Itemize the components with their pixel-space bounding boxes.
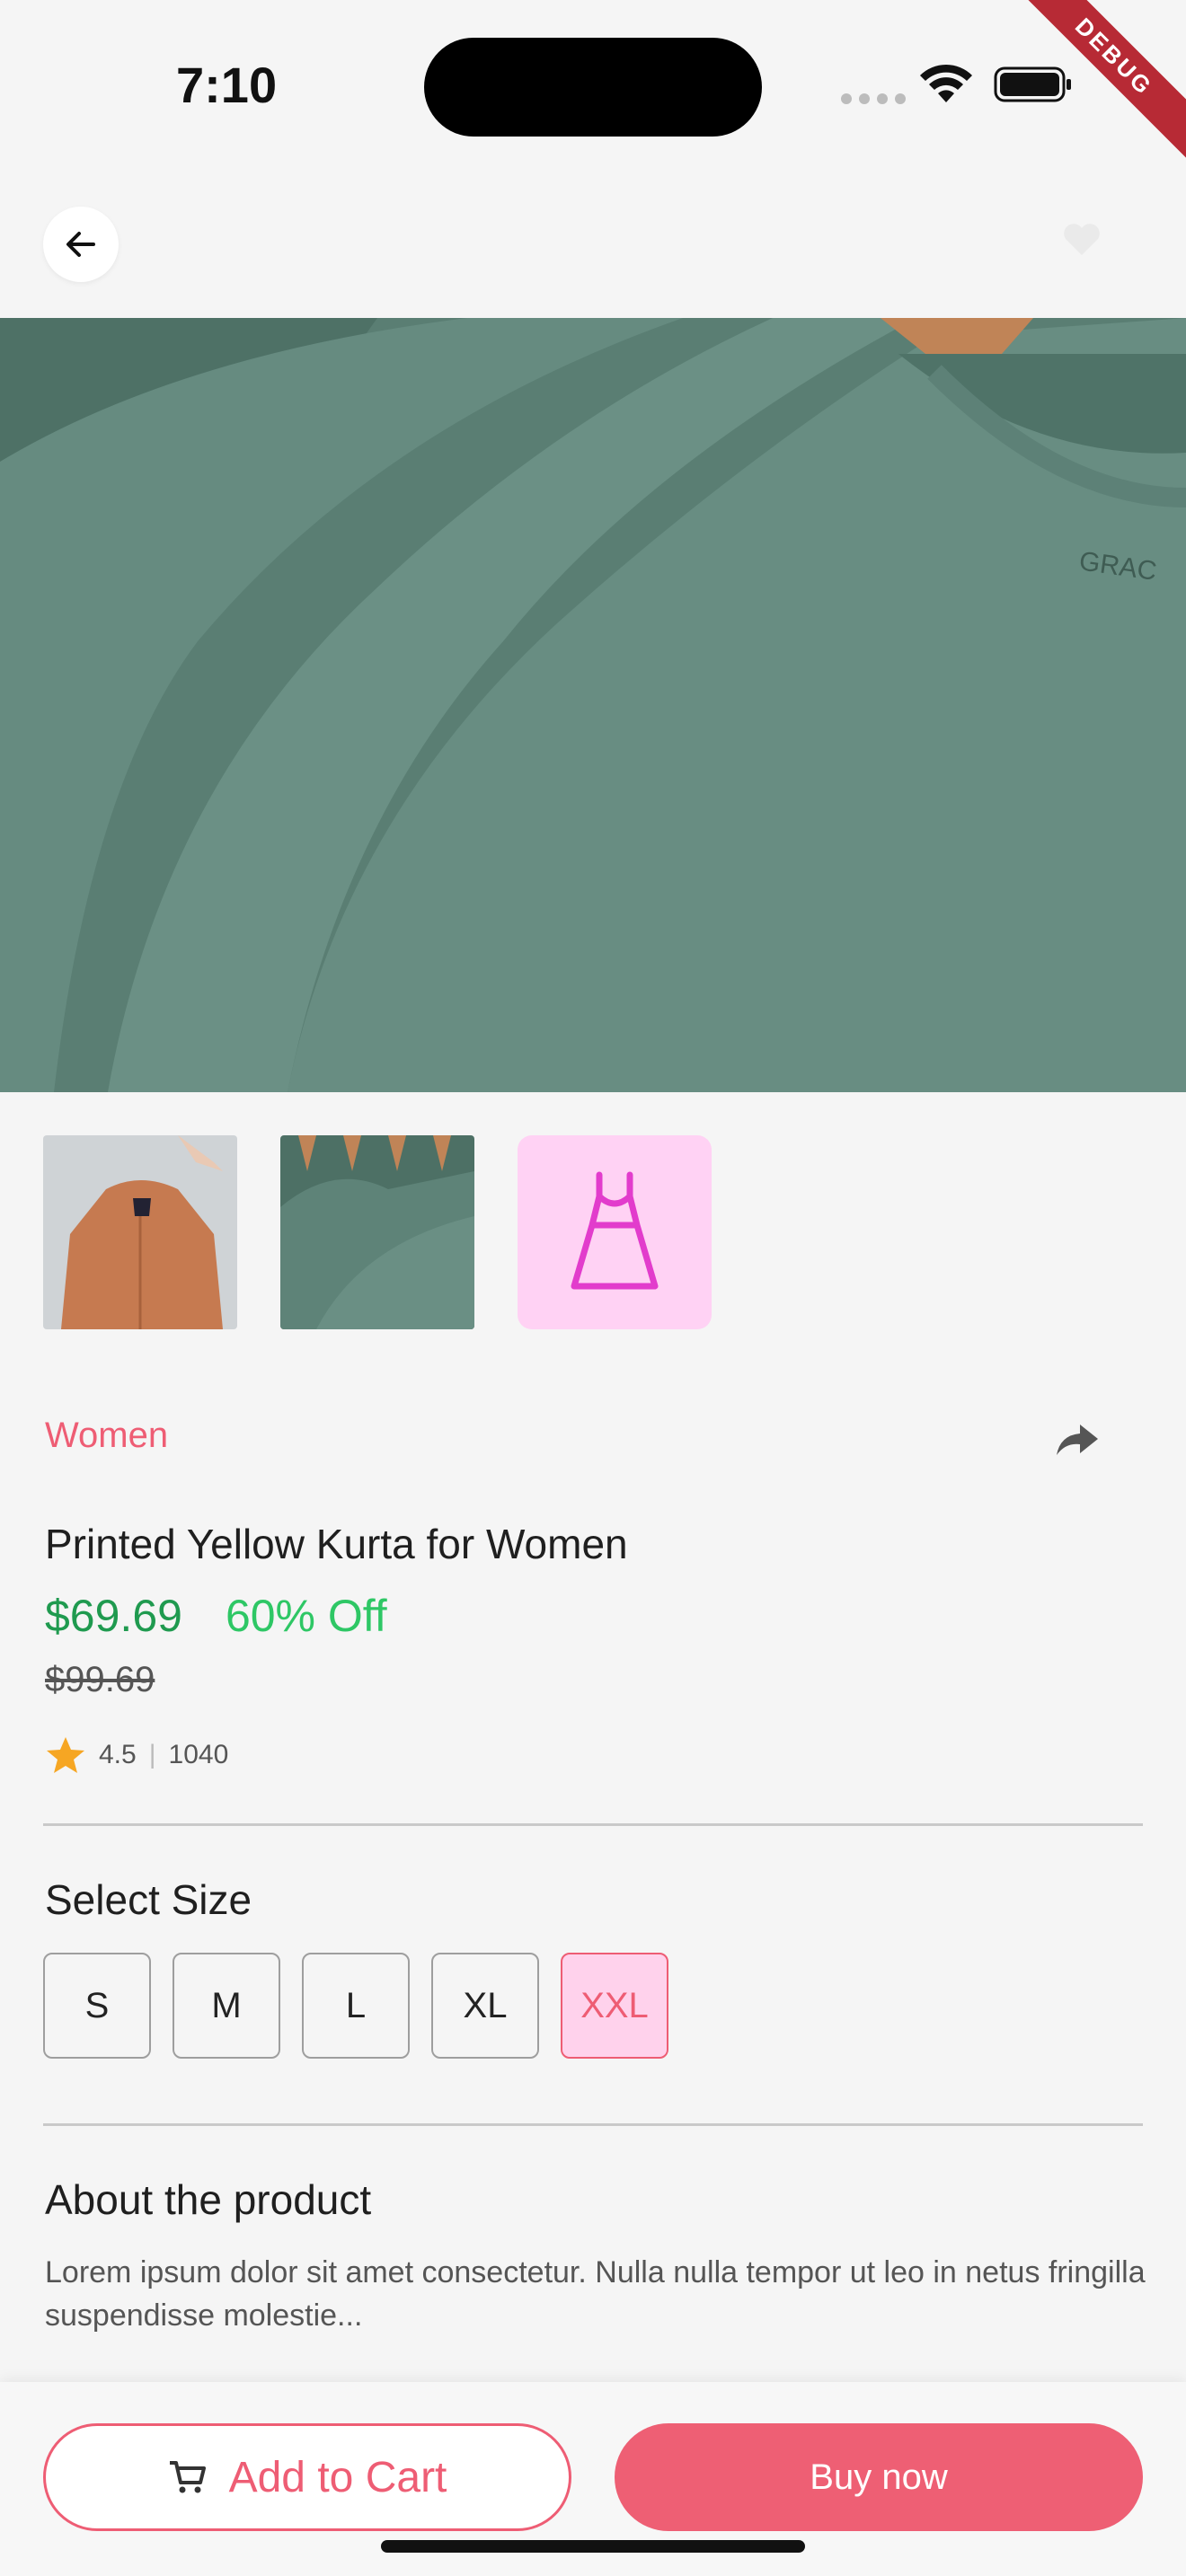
discount-label: 60% Off (225, 1591, 387, 1641)
back-button[interactable] (43, 207, 119, 282)
size-option-s[interactable]: S (43, 1953, 151, 2059)
thumbnail-orange-jacket[interactable] (43, 1135, 237, 1329)
battery-icon (994, 66, 1071, 102)
product-category[interactable]: Women (45, 1416, 168, 1456)
rating-row: 4.5 | 1040 (45, 1735, 228, 1775)
share-icon (1057, 1425, 1098, 1455)
wifi-icon (920, 64, 972, 102)
about-product-text: Lorem ipsum dolor sit amet consectetur. … (45, 2255, 1146, 2333)
cellular-icon (841, 93, 906, 104)
price-row: $69.69 60% Off (45, 1590, 387, 1642)
about-product-title: About the product (45, 2176, 372, 2223)
divider (43, 2123, 1143, 2126)
rating-value: 4.5 (99, 1740, 137, 1769)
size-option-l[interactable]: L (302, 1953, 410, 2059)
status-time: 7:10 (176, 57, 278, 113)
app-bar (0, 171, 1186, 318)
original-price: $99.69 (45, 1660, 155, 1699)
review-count: 1040 (168, 1740, 229, 1769)
size-option-xxl[interactable]: XXL (561, 1953, 668, 2059)
thumbnail-strip (43, 1135, 712, 1329)
add-to-cart-button[interactable]: Add to Cart (43, 2423, 571, 2531)
share-button[interactable] (1053, 1417, 1102, 1460)
size-options: S M L XL XXL (43, 1953, 668, 2059)
cart-icon (169, 2461, 206, 2493)
thumbnail-green-tshirts[interactable] (280, 1135, 474, 1329)
dress-icon (571, 1171, 659, 1290)
star-icon (47, 1737, 84, 1773)
add-to-cart-label: Add to Cart (228, 2453, 447, 2501)
size-option-xl[interactable]: XL (431, 1953, 539, 2059)
status-bar: 7:10 DEBUG (0, 0, 1186, 171)
buy-now-button[interactable]: Buy now (615, 2423, 1143, 2531)
heart-icon (1064, 224, 1100, 255)
rating-separator: | (148, 1740, 156, 1769)
product-main-image[interactable]: GRAC (0, 318, 1186, 1092)
home-indicator[interactable] (381, 2540, 805, 2553)
buy-now-label: Buy now (810, 2457, 948, 2497)
select-size-title: Select Size (45, 1876, 252, 1923)
arrow-left-icon (66, 232, 95, 257)
current-price: $69.69 (45, 1591, 182, 1641)
divider (43, 1823, 1143, 1826)
thumbnail-dress[interactable] (518, 1135, 712, 1329)
size-option-m[interactable]: M (173, 1953, 280, 2059)
dynamic-island (424, 38, 762, 137)
product-title: Printed Yellow Kurta for Women (45, 1521, 628, 1567)
wishlist-button[interactable] (1057, 214, 1107, 264)
